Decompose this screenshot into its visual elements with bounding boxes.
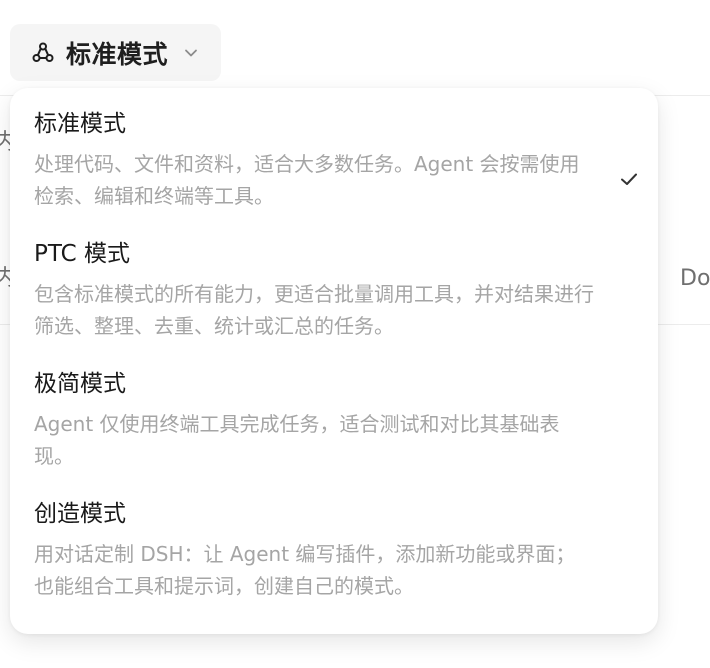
mode-option-creative[interactable]: 创造模式 用对话定制 DSH：让 Agent 编写插件，添加新功能或界面；也能组… xyxy=(34,498,634,602)
mode-option-standard[interactable]: 标准模式 处理代码、文件和资料，适合大多数任务。Agent 会按需使用检索、编辑… xyxy=(34,108,637,212)
mode-option-description: 用对话定制 DSH：让 Agent 编写插件，添加新功能或界面；也能组合工具和提… xyxy=(34,542,576,598)
mode-option-description: 处理代码、文件和资料，适合大多数任务。Agent 会按需使用检索、编辑和终端等工… xyxy=(34,152,580,208)
mode-dropdown: 标准模式 处理代码、文件和资料，适合大多数任务。Agent 会按需使用检索、编辑… xyxy=(10,88,658,634)
selected-mode-label: 标准模式 xyxy=(66,39,169,69)
mode-option-title: 创造模式 xyxy=(34,501,126,527)
mode-option-minimal[interactable]: 极简模式 Agent 仅使用终端工具完成任务，适合测试和对比其基础表现。 xyxy=(34,368,634,472)
mode-option-title: 标准模式 xyxy=(34,111,126,137)
chevron-down-icon xyxy=(182,44,200,62)
mode-option-description: Agent 仅使用终端工具完成任务，适合测试和对比其基础表现。 xyxy=(34,412,560,468)
checkmark-icon xyxy=(618,168,640,190)
mode-option-title: PTC 模式 xyxy=(34,241,130,267)
mode-selector-button[interactable]: 标准模式 xyxy=(10,24,221,81)
mode-option-ptc[interactable]: PTC 模式 包含标准模式的所有能力，更适合批量调用工具，并对结果进行筛选、整理… xyxy=(34,238,634,342)
background-right-text: Do xyxy=(680,268,710,290)
mode-option-title: 极简模式 xyxy=(34,371,126,397)
mode-option-description: 包含标准模式的所有能力，更适合批量调用工具，并对结果进行筛选、整理、去重、统计或… xyxy=(34,282,594,338)
mode-icon xyxy=(30,40,56,66)
